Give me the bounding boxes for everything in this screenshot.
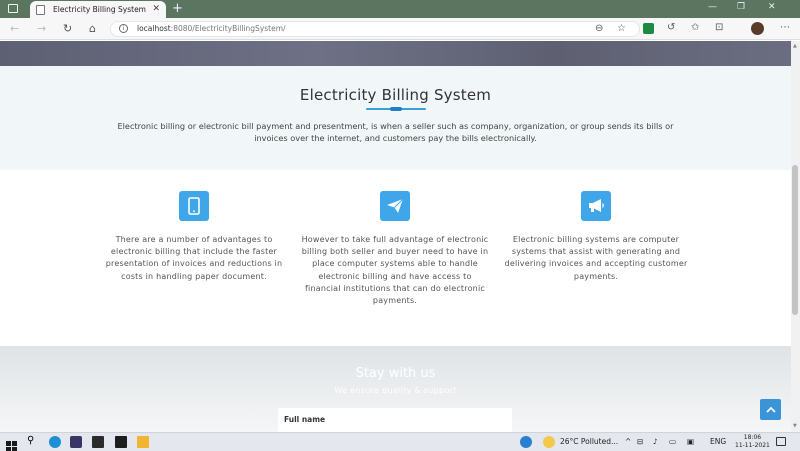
tab-actions-icon[interactable] (8, 4, 18, 13)
back-to-top-button[interactable] (760, 399, 781, 420)
contact-title: Stay with us (355, 366, 436, 381)
title-underline-accent (390, 107, 402, 111)
volume-icon[interactable]: ♪ (653, 437, 658, 446)
network-icon[interactable]: ⊟ (637, 437, 643, 446)
action-center-icon[interactable] (776, 437, 786, 446)
search-icon[interactable]: ⚲ (27, 435, 39, 447)
feature-card: However to take full advantage of electr… (300, 191, 490, 307)
forward-icon[interactable]: → (37, 22, 46, 35)
site-info-icon[interactable]: i (119, 24, 128, 33)
feature-card: Electronic billing systems are computer … (501, 191, 691, 283)
browser-toolbar: ← → ↻ ⌂ i localhost:8080/ElectricityBill… (0, 18, 800, 40)
url-text: localhost:8080/ElectricityBillingSystem/ (137, 24, 286, 33)
new-tab-button[interactable]: + (172, 1, 183, 16)
weather-text[interactable]: 26°C Polluted... (560, 437, 618, 446)
contact-subtitle: We ensure quality & support (334, 386, 457, 395)
url-path: :8080/ElectricityBillingSystem/ (170, 24, 286, 33)
window-close-icon[interactable]: ✕ (768, 2, 776, 12)
clock-date: 11-11-2021 (735, 442, 770, 449)
contact-form: Full name (278, 408, 512, 432)
mobile-icon (179, 191, 209, 221)
profile-avatar[interactable] (751, 22, 764, 35)
scroll-down-icon[interactable]: ▼ (793, 423, 797, 429)
megaphone-icon (581, 191, 611, 221)
tray-chevron-icon[interactable]: ^ (625, 437, 631, 446)
feature-text: There are a number of advantages to elec… (105, 235, 283, 281)
scrollbar-thumb[interactable] (792, 165, 798, 315)
feature-text: However to take full advantage of electr… (301, 235, 489, 306)
about-text: Electronic billing or electronic bill pa… (117, 121, 674, 143)
paper-plane-icon (380, 191, 410, 221)
url-host: localhost (137, 24, 171, 33)
scroll-up-icon[interactable]: ▲ (793, 43, 797, 49)
help-icon[interactable] (520, 436, 532, 448)
chevron-up-icon (765, 406, 776, 413)
zoom-icon[interactable]: ⊖ (595, 23, 603, 34)
console-taskbar-icon[interactable] (115, 436, 127, 448)
notification-app-icon[interactable]: ▣ (687, 437, 694, 446)
page-favicon-icon (36, 4, 45, 15)
feature-text: Electronic billing systems are computer … (504, 235, 688, 281)
address-bar[interactable]: i localhost:8080/ElectricityBillingSyste… (110, 21, 640, 37)
folder-taskbar-icon[interactable] (137, 436, 149, 448)
language-indicator[interactable]: ENG (710, 437, 726, 446)
battery-icon[interactable]: ▭ (669, 437, 676, 446)
hero-banner (0, 41, 791, 66)
windows-taskbar: ⚲ 26°C Polluted... ^ ⊟ ♪ ▭ ▣ ENG 18:06 1… (0, 432, 800, 451)
minimize-icon[interactable]: — (708, 2, 717, 12)
favorite-icon[interactable]: ☆ (617, 23, 626, 34)
about-title: Electricity Billing System (299, 86, 492, 104)
features-section: There are a number of advantages to elec… (0, 170, 791, 346)
contact-section: Stay with us We ensure quality & support… (0, 346, 791, 432)
clock-time: 18:06 (743, 434, 762, 441)
terminal-taskbar-icon[interactable] (92, 436, 104, 448)
windows-start-icon[interactable] (6, 437, 18, 451)
browser-tab[interactable]: Electricity Billing System ✕ (30, 1, 166, 18)
app-taskbar-icon[interactable] (70, 436, 82, 448)
feature-card: There are a number of advantages to elec… (99, 191, 289, 283)
back-icon[interactable]: ← (10, 22, 19, 35)
about-section: Electricity Billing System Electronic bi… (0, 66, 791, 170)
tab-close-icon[interactable]: ✕ (152, 4, 160, 14)
web-page: Electricity Billing System Electronic bi… (0, 41, 791, 432)
browser-tabstrip: Electricity Billing System ✕ + — ❐ ✕ (0, 0, 800, 18)
favorites-bar-icon[interactable]: ✩ (691, 22, 699, 33)
refresh-icon[interactable]: ↻ (63, 22, 72, 35)
home-icon[interactable]: ⌂ (89, 22, 96, 35)
restore-icon[interactable]: ❐ (737, 2, 745, 12)
weather-icon[interactable] (543, 436, 555, 448)
browser-essentials-icon[interactable]: ⊡ (715, 22, 723, 33)
edge-taskbar-icon[interactable] (49, 436, 61, 448)
collections-icon[interactable]: ↺ (667, 22, 675, 33)
tab-title: Electricity Billing System (53, 5, 146, 14)
extension-icon[interactable] (643, 23, 654, 34)
full-name-label: Full name (284, 415, 326, 424)
system-clock[interactable]: 18:06 11-11-2021 (735, 434, 770, 450)
more-menu-icon[interactable]: ⋯ (780, 22, 790, 33)
